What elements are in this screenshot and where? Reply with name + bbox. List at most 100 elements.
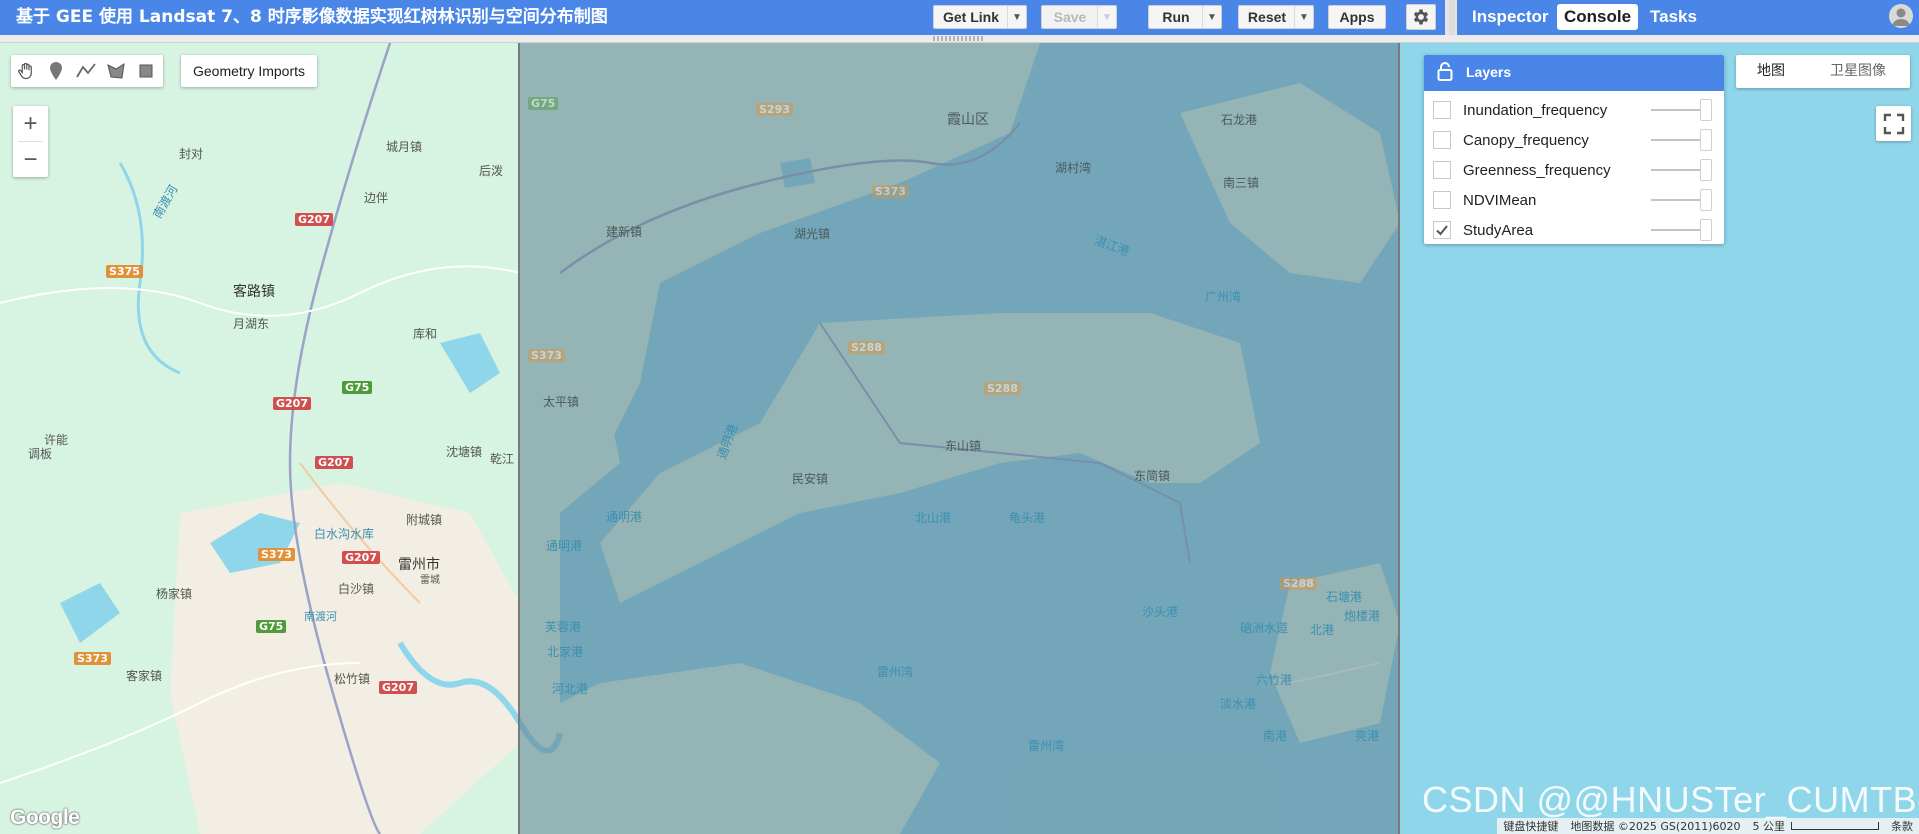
label-beishan-port: 北山港	[915, 511, 952, 525]
layer-row[interactable]: Greenness_frequency	[1424, 155, 1724, 185]
label-guitou-port: 龟头港	[1009, 511, 1046, 525]
tab-inspector[interactable]: Inspector	[1465, 4, 1556, 30]
layer-name[interactable]: StudyArea	[1463, 222, 1533, 239]
scale-bar	[1791, 822, 1879, 830]
layers-panel: Layers Inundation_frequency Canopy_freque…	[1424, 55, 1724, 244]
label-yuehudong: 月湖东	[233, 317, 270, 331]
label-xiaying: 沈塘镇	[446, 445, 483, 459]
top-toolbar: 基于 GEE 使用 Landsat 7、8 时序影像数据实现红树林识别与空间分布…	[0, 0, 1919, 35]
opacity-slider-thumb[interactable]	[1700, 219, 1712, 241]
layer-name[interactable]: Canopy_frequency	[1463, 132, 1589, 149]
run-button[interactable]: Run	[1148, 5, 1204, 29]
label-furong-port: 芙蓉港	[545, 620, 582, 634]
layer-name[interactable]: NDVIMean	[1463, 192, 1536, 209]
layer-checkbox[interactable]	[1433, 131, 1451, 149]
get-link-button[interactable]: Get Link	[933, 5, 1009, 29]
layers-header[interactable]: Layers	[1424, 55, 1724, 91]
right-panel-tabs: Inspector Console Tasks	[1457, 0, 1919, 35]
checkmark-icon	[1436, 225, 1448, 236]
label-nangang: 南港	[1263, 729, 1288, 743]
layer-checkbox[interactable]	[1433, 101, 1451, 119]
tab-tasks[interactable]: Tasks	[1643, 4, 1704, 30]
layer-row[interactable]: Inundation_frequency	[1424, 95, 1724, 125]
label-yangjia-town: 杨家镇	[156, 587, 193, 601]
user-avatar[interactable]	[1889, 4, 1913, 28]
opacity-slider-thumb[interactable]	[1700, 129, 1712, 151]
label-fucheng-town: 附城镇	[406, 513, 443, 527]
get-link-dropdown-icon[interactable]: ▼	[1007, 5, 1027, 29]
layer-checkbox[interactable]	[1433, 161, 1451, 179]
line-icon[interactable]	[74, 59, 98, 83]
label-leizhou-bay-2: 雷州湾	[1028, 739, 1065, 753]
opacity-slider-track[interactable]	[1651, 139, 1706, 141]
zoom-out-button[interactable]: −	[13, 142, 48, 177]
hand-icon[interactable]	[14, 59, 38, 83]
opacity-slider-thumb[interactable]	[1700, 159, 1712, 181]
opacity-slider-track[interactable]	[1651, 109, 1706, 111]
panel-divider[interactable]	[1449, 0, 1455, 35]
save-dropdown-icon[interactable]: ▼	[1097, 5, 1117, 29]
label-kuhe: 库和	[413, 327, 438, 341]
road-shield: G75	[256, 620, 287, 633]
label-dongjian-town: 东简镇	[1134, 469, 1171, 483]
road-shield: G207	[342, 551, 380, 564]
settings-gear-icon[interactable]	[1406, 4, 1436, 30]
save-button[interactable]: Save	[1041, 5, 1099, 29]
opacity-slider-thumb[interactable]	[1700, 189, 1712, 211]
run-dropdown-icon[interactable]: ▼	[1202, 5, 1222, 29]
label-huguang-town: 湖光镇	[794, 227, 831, 241]
road-shield: G207	[295, 213, 333, 226]
opacity-slider-track[interactable]	[1651, 199, 1706, 201]
label-liang-port: 亮港	[1355, 729, 1380, 743]
splitter-grip-icon[interactable]	[933, 36, 985, 41]
label-huancun-bay: 湖村湾	[1055, 161, 1092, 175]
map-footer: 键盘快捷键 地图数据 ©2025 GS(2011)6020 5 公里 条款	[1497, 818, 1919, 834]
map-type-map-button[interactable]: 地图	[1736, 55, 1806, 88]
apps-button[interactable]: Apps	[1328, 5, 1386, 29]
map-canvas[interactable]: 客路镇 雷州市 雷城 霞山区 白水沟水库 南渡河 南渡河 城月镇 后泼 边伴 封…	[0, 43, 1919, 834]
zoom-in-button[interactable]: +	[13, 106, 48, 141]
layer-row[interactable]: Canopy_frequency	[1424, 125, 1724, 155]
geometry-imports-button[interactable]: Geometry Imports	[181, 55, 317, 87]
script-title[interactable]: 基于 GEE 使用 Landsat 7、8 时序影像数据实现红树林识别与空间分布…	[16, 6, 608, 28]
label-nansan-town: 南三镇	[1223, 176, 1260, 190]
label-minan-town: 民安镇	[792, 472, 829, 486]
layer-checkbox[interactable]	[1433, 191, 1451, 209]
polygon-icon[interactable]	[104, 59, 128, 83]
layer-name[interactable]: Greenness_frequency	[1463, 162, 1611, 179]
label-baishui-reservoir: 白水沟水库	[314, 527, 375, 541]
road-shield: S293	[756, 103, 793, 116]
opacity-slider-thumb[interactable]	[1700, 99, 1712, 121]
road-shield: S375	[106, 265, 143, 278]
fullscreen-icon[interactable]	[1876, 106, 1911, 141]
map-type-satellite-button[interactable]: 卫星图像	[1806, 55, 1910, 88]
reset-dropdown-icon[interactable]: ▼	[1294, 5, 1314, 29]
reset-button[interactable]: Reset	[1238, 5, 1296, 29]
marker-icon[interactable]	[44, 59, 68, 83]
road-shield: G207	[379, 681, 417, 694]
keyboard-shortcuts-link[interactable]: 键盘快捷键	[1497, 818, 1564, 834]
opacity-slider-track[interactable]	[1651, 169, 1706, 171]
label-bianban: 边伴	[364, 191, 389, 205]
opacity-slider-track[interactable]	[1651, 229, 1706, 231]
label-hebei-port: 河北港	[552, 682, 589, 696]
label-baisha-town: 白沙镇	[338, 582, 375, 596]
road-shield: G207	[273, 397, 311, 410]
road-shield: S373	[74, 652, 111, 665]
layer-name[interactable]: Inundation_frequency	[1463, 102, 1607, 119]
label-chengyue-town: 城月镇	[386, 140, 423, 154]
label-leizhou-bay: 雷州湾	[877, 665, 914, 679]
lock-icon[interactable]	[1437, 62, 1453, 82]
google-logo[interactable]: Google	[10, 806, 80, 830]
label-jianxin-town: 建新镇	[606, 225, 643, 239]
terms-link[interactable]: 条款	[1885, 818, 1919, 834]
label-houbo: 后泼	[479, 164, 504, 178]
layer-row[interactable]: StudyArea	[1424, 215, 1724, 245]
layer-row[interactable]: NDVIMean	[1424, 185, 1724, 215]
zoom-control: + −	[13, 106, 48, 177]
tab-console[interactable]: Console	[1557, 4, 1639, 30]
map-editor-splitter[interactable]	[0, 35, 1919, 43]
rectangle-icon[interactable]	[134, 59, 158, 83]
layer-checkbox[interactable]	[1433, 221, 1451, 239]
road-shield: S288	[848, 341, 885, 354]
